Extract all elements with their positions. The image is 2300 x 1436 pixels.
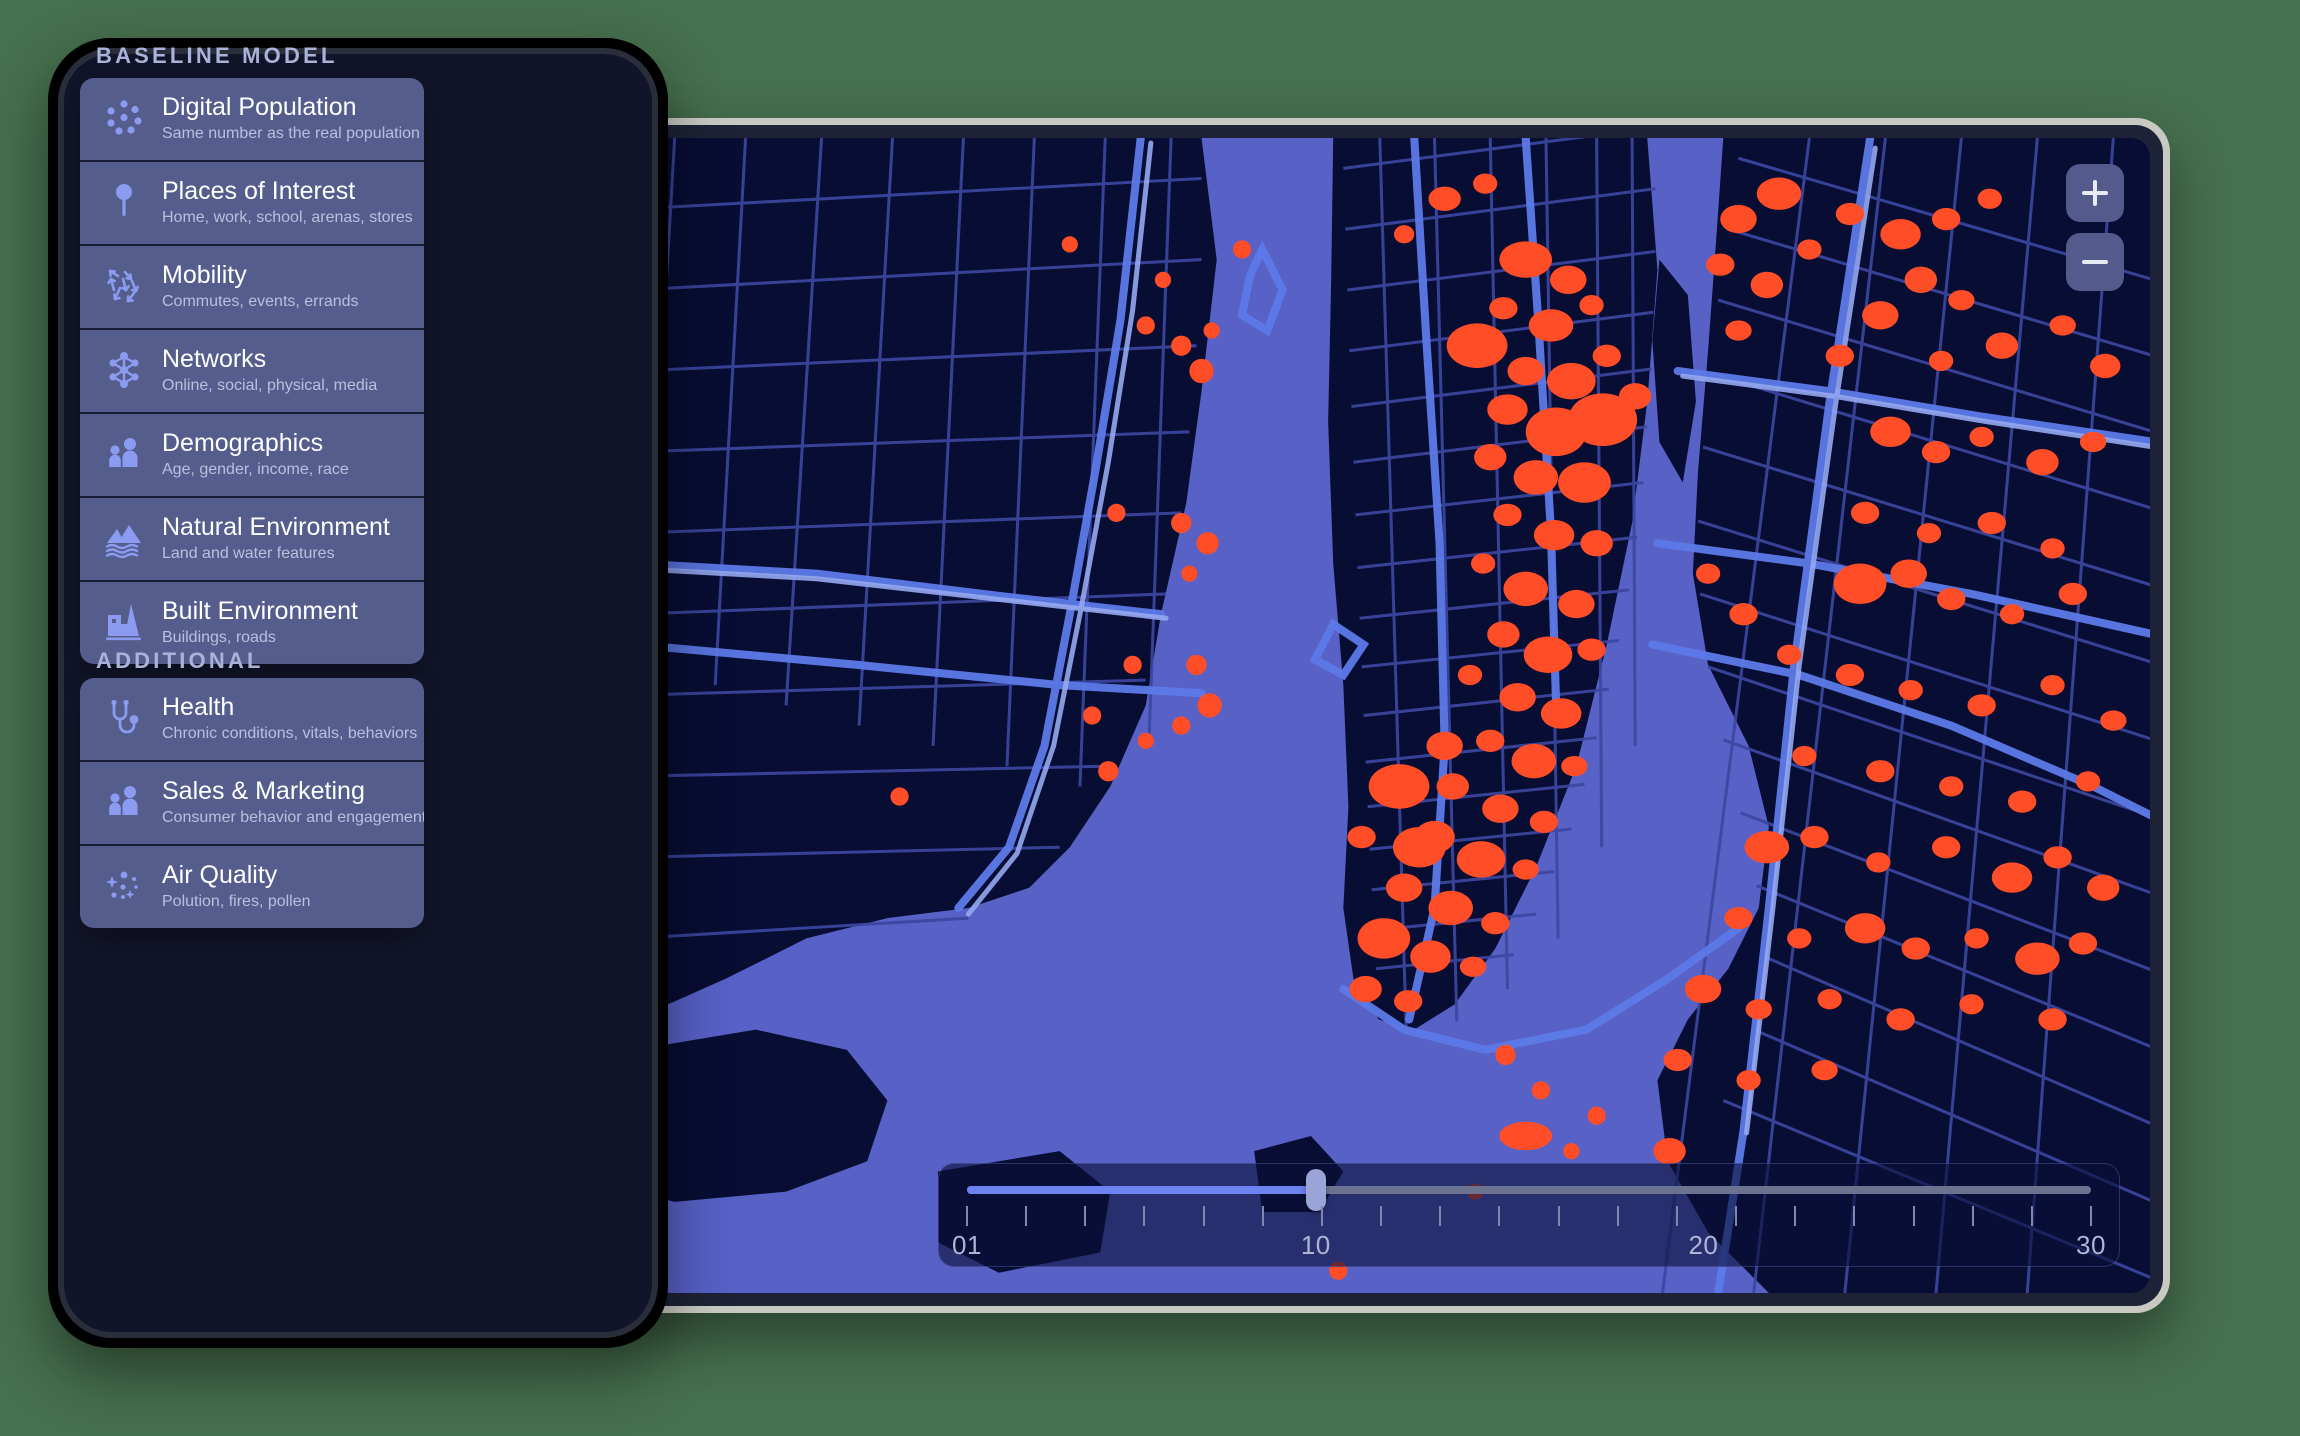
minus-icon <box>2082 249 2108 275</box>
list-item-text: Natural Environment Land and water featu… <box>162 513 390 563</box>
plus-icon <box>2082 180 2108 206</box>
mountains-water-icon <box>96 512 152 564</box>
slider-tick <box>1675 1206 1678 1226</box>
list-item-text: Mobility Commutes, events, errands <box>162 261 359 311</box>
list-item[interactable]: Air Quality Polution, fires, pollen <box>80 846 424 928</box>
list-item-title: Air Quality <box>162 861 278 890</box>
list-item-text: Health Chronic conditions, vitals, behav… <box>162 693 417 743</box>
slider-tick <box>1912 1206 1915 1226</box>
slider-track-fill <box>967 1186 1316 1194</box>
slider-tick <box>1616 1206 1619 1226</box>
slider-tick <box>1794 1206 1797 1226</box>
list-item[interactable]: Places of Interest Home, work, school, a… <box>80 162 424 246</box>
network-nodes-icon <box>96 344 152 396</box>
list-item-text: Digital Population Same number as the re… <box>162 93 420 143</box>
dot-cluster-icon <box>96 92 152 144</box>
list-item-subtitle: Consumer behavior and engagement <box>162 808 424 826</box>
stethoscope-icon <box>96 692 152 744</box>
list-item[interactable]: Networks Online, social, physical, media <box>80 330 424 414</box>
list-item-text: Demographics Age, gender, income, race <box>162 429 349 479</box>
list-item-title: Health <box>162 693 235 722</box>
list-item-text: Built Environment Buildings, roads <box>162 597 358 647</box>
list-item[interactable]: Natural Environment Land and water featu… <box>80 498 424 582</box>
two-people-icon <box>96 428 152 480</box>
tablet-screen: 01 10 20 30 <box>638 138 2150 1293</box>
slider-tick-labels: 01 10 20 30 <box>952 1230 2105 1260</box>
map-zoom-controls[interactable] <box>2066 164 2124 291</box>
slider-tick <box>1025 1206 1028 1226</box>
slider-tick-label: 20 <box>1688 1230 1719 1260</box>
section-header-additional: ADDITIONAL <box>96 648 264 673</box>
list-item-subtitle: Land and water features <box>162 544 335 562</box>
list-item-title: Built Environment <box>162 597 358 626</box>
tablet-device: 01 10 20 30 <box>618 118 2170 1313</box>
slider-tick <box>1735 1206 1738 1226</box>
slider-tick <box>2090 1206 2092 1226</box>
zoom-in-button[interactable] <box>2066 164 2124 222</box>
map-canvas[interactable] <box>638 138 2150 1293</box>
slider-thumb[interactable] <box>1305 1169 1326 1211</box>
list-item-title: Networks <box>162 345 267 374</box>
list-item[interactable]: Demographics Age, gender, income, race <box>80 414 424 498</box>
sparkle-particles-icon <box>96 860 152 912</box>
arrows-scatter-icon <box>96 260 152 312</box>
slider-tick <box>1853 1206 1856 1226</box>
list-item-subtitle: Polution, fires, pollen <box>162 892 311 910</box>
slider-tick <box>1202 1206 1205 1226</box>
map-pin-icon <box>96 176 152 228</box>
list-item-title: Natural Environment <box>162 513 390 542</box>
slider-tick <box>1439 1206 1442 1226</box>
list-item-title: Places of Interest <box>162 177 356 206</box>
list-item[interactable]: Mobility Commutes, events, errands <box>80 246 424 330</box>
list-item-subtitle: Buildings, roads <box>162 628 276 646</box>
map-svg <box>638 138 2150 1293</box>
slider-tick-label: 30 <box>2076 1230 2106 1260</box>
zoom-out-button[interactable] <box>2066 233 2124 291</box>
screenshot-stage: 01 10 20 30 BASELINE MODEL ADDITIONAL Digit… <box>0 0 2300 1436</box>
additional-panel: Health Chronic conditions, vitals, behav… <box>80 678 424 928</box>
slider-tick <box>1320 1206 1323 1226</box>
list-item-subtitle: Same number as the real population <box>162 124 420 142</box>
slider-tick <box>1498 1206 1501 1226</box>
list-item-text: Places of Interest Home, work, school, a… <box>162 177 413 227</box>
buildings-icon <box>96 596 152 648</box>
list-item[interactable]: Sales & Marketing Consumer behavior and … <box>80 762 424 846</box>
slider-tick <box>1143 1206 1146 1226</box>
list-item-subtitle: Home, work, school, arenas, stores <box>162 208 413 226</box>
list-item-subtitle: Online, social, physical, media <box>162 376 378 394</box>
list-item-text: Networks Online, social, physical, media <box>162 345 377 395</box>
list-item-title: Mobility <box>162 261 247 290</box>
slider-ticks <box>966 1206 2092 1228</box>
section-header-baseline-model: BASELINE MODEL <box>96 43 338 68</box>
list-item-text: Sales & Marketing Consumer behavior and … <box>162 777 424 827</box>
list-item-text: Air Quality Polution, fires, pollen <box>162 861 311 911</box>
slider-tick <box>2030 1206 2033 1226</box>
baseline-model-panel: Digital Population Same number as the re… <box>80 78 424 664</box>
list-item-subtitle: Age, gender, income, race <box>162 460 349 478</box>
two-people-icon <box>96 776 152 828</box>
list-item-subtitle: Commutes, events, errands <box>162 292 359 310</box>
list-item-subtitle: Chronic conditions, vitals, behaviors <box>162 724 418 742</box>
list-item-title: Sales & Marketing <box>162 777 365 806</box>
slider-tick <box>1084 1206 1087 1226</box>
timeline-slider-panel[interactable]: 01 10 20 30 <box>938 1163 2120 1267</box>
slider-tick-label: 01 <box>952 1230 982 1260</box>
slider-tick <box>1261 1206 1264 1226</box>
list-item[interactable]: Health Chronic conditions, vitals, behav… <box>80 678 424 762</box>
slider-tick <box>966 1206 968 1226</box>
list-item[interactable]: Digital Population Same number as the re… <box>80 78 424 162</box>
list-item-title: Digital Population <box>162 93 357 122</box>
tablet-bezel: 01 10 20 30 <box>625 125 2163 1306</box>
slider-tick <box>1557 1206 1560 1226</box>
slider-track-wrap[interactable] <box>967 1169 2091 1211</box>
slider-tick <box>1380 1206 1383 1226</box>
list-item-title: Demographics <box>162 429 324 458</box>
slider-tick <box>1971 1206 1974 1226</box>
slider-tick-label: 10 <box>1300 1230 1331 1260</box>
